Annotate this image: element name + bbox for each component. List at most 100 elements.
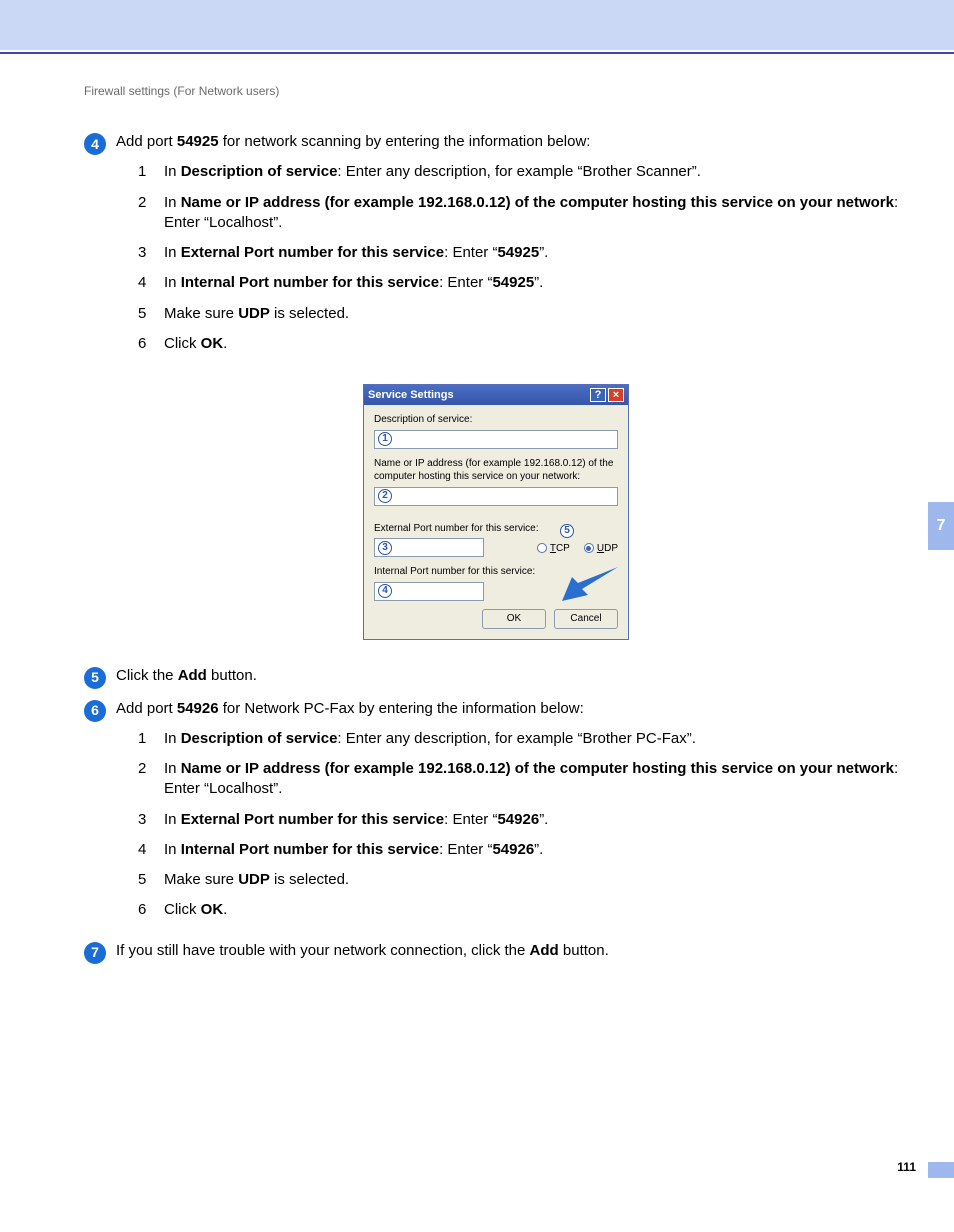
description-label: Description of service: xyxy=(374,413,618,427)
t: : Enter “ xyxy=(444,244,497,261)
callout-4: 4 xyxy=(378,584,392,598)
list-item: 6Click OK. xyxy=(138,900,908,920)
cancel-button[interactable]: Cancel xyxy=(554,609,618,629)
step-badge-7: 7 xyxy=(84,942,106,964)
n: 2 xyxy=(138,193,154,234)
page-number: 111 xyxy=(897,1160,916,1174)
t: In Description of service: Enter any des… xyxy=(164,162,908,182)
t: : Enter any description, for example “Br… xyxy=(337,163,701,180)
list-item: 1In Description of service: Enter any de… xyxy=(138,729,908,749)
description-input[interactable]: 1 xyxy=(374,430,618,449)
t: Add port xyxy=(116,700,177,717)
ip-input[interactable]: 2 xyxy=(374,487,618,506)
step-6-body: Add port 54926 for Network PC-Fax by ent… xyxy=(116,699,908,931)
n: 5 xyxy=(138,870,154,890)
n: 5 xyxy=(138,304,154,324)
t: In Internal Port number for this service… xyxy=(164,840,908,860)
t: UDP xyxy=(238,305,270,322)
step-7-body: If you still have trouble with your netw… xyxy=(116,941,908,964)
step-badge-4: 4 xyxy=(84,133,106,155)
t: Click OK. xyxy=(164,334,908,354)
t: In Internal Port number for this service… xyxy=(164,273,908,293)
t: If you still have trouble with your netw… xyxy=(116,942,530,959)
n: 1 xyxy=(138,729,154,749)
t: Make sure UDP is selected. xyxy=(164,870,908,890)
list-item: 3 In External Port number for this servic… xyxy=(138,243,908,263)
t: ”. xyxy=(534,841,543,858)
dialog-titlebar: Service Settings ? × xyxy=(364,385,628,405)
radio-icon xyxy=(537,543,547,553)
n: 3 xyxy=(138,810,154,830)
list-item: 4 In Internal Port number for this servic… xyxy=(138,273,908,293)
n: 1 xyxy=(138,162,154,182)
t: Name or IP address (for example 192.168.… xyxy=(181,194,894,211)
radio-icon xyxy=(584,543,594,553)
t: UDP xyxy=(238,871,270,888)
step-6-list: 1In Description of service: Enter any de… xyxy=(138,729,908,921)
t: for network scanning by entering the inf… xyxy=(219,133,591,150)
n: 4 xyxy=(138,273,154,293)
service-settings-dialog: Service Settings ? × Description of serv… xyxy=(363,384,629,640)
t: Internal Port number for this service xyxy=(181,274,439,291)
callout-1: 1 xyxy=(378,432,392,446)
ok-button[interactable]: OK xyxy=(482,609,546,629)
t: In xyxy=(164,730,181,747)
t: In External Port number for this service… xyxy=(164,243,908,263)
step-4-body: Add port 54925 for network scanning by e… xyxy=(116,132,908,364)
dialog-buttons: OK Cancel xyxy=(374,609,618,629)
list-item: 3In External Port number for this servic… xyxy=(138,810,908,830)
t: Description of service xyxy=(181,163,338,180)
n: 4 xyxy=(138,840,154,860)
t: In xyxy=(164,244,181,261)
t: : Enter “ xyxy=(444,811,497,828)
t: 54926 xyxy=(497,811,539,828)
t: Add xyxy=(530,942,559,959)
list-item: 2In Name or IP address (for example 192.… xyxy=(138,193,908,234)
list-item: 6 Click OK. xyxy=(138,334,908,354)
t: for Network PC-Fax by entering the infor… xyxy=(219,700,584,717)
dialog-figure: Service Settings ? × Description of serv… xyxy=(84,384,908,640)
n: 6 xyxy=(138,334,154,354)
internal-port-input[interactable]: 4 xyxy=(374,582,484,601)
n: 3 xyxy=(138,243,154,263)
t: OK xyxy=(201,335,224,352)
t: Click xyxy=(164,335,201,352)
list-item: 1 In Description of service: Enter any de… xyxy=(138,162,908,182)
tcp-radio[interactable]: TCP xyxy=(537,542,570,556)
t: Name or IP address (for example 192.168.… xyxy=(181,760,894,777)
t: is selected. xyxy=(270,871,349,888)
step-4-list: 1 In Description of service: Enter any de… xyxy=(138,162,908,354)
t: In xyxy=(164,841,181,858)
arrow-icon xyxy=(562,567,618,601)
t: T xyxy=(550,543,556,554)
n: 2 xyxy=(138,759,154,800)
external-row: 3 5 TCP UDP xyxy=(374,538,618,557)
help-button[interactable]: ? xyxy=(590,388,606,402)
t: : Enter “ xyxy=(439,841,492,858)
dialog-body: Description of service: 1 Name or IP add… xyxy=(364,405,628,639)
t: Click xyxy=(164,901,201,918)
t: 54925 xyxy=(492,274,534,291)
t: ”. xyxy=(534,274,543,291)
content: 4 Add port 54925 for network scanning by… xyxy=(84,132,908,970)
list-item: 2In Name or IP address (for example 192.… xyxy=(138,759,908,800)
t: OK xyxy=(201,901,224,918)
page-header: Firewall settings (For Network users) xyxy=(84,84,279,98)
callout-3: 3 xyxy=(378,541,392,555)
t: Click the xyxy=(116,667,178,684)
udp-radio[interactable]: UDP xyxy=(584,542,618,556)
titlebar-buttons: ? × xyxy=(590,388,624,402)
t: ”. xyxy=(539,811,548,828)
step-badge-5: 5 xyxy=(84,667,106,689)
callout-2: 2 xyxy=(378,489,392,503)
t: In xyxy=(164,194,181,211)
t: In Name or IP address (for example 192.1… xyxy=(164,193,908,234)
close-button[interactable]: × xyxy=(608,388,624,402)
external-port-input[interactable]: 3 xyxy=(374,538,484,557)
internal-row: 4 xyxy=(374,582,618,601)
t: Click OK. xyxy=(164,900,908,920)
t: U xyxy=(597,543,604,554)
step-badge-6: 6 xyxy=(84,700,106,722)
t: ”. xyxy=(539,244,548,261)
ip-label: Name or IP address (for example 192.168.… xyxy=(374,457,618,484)
